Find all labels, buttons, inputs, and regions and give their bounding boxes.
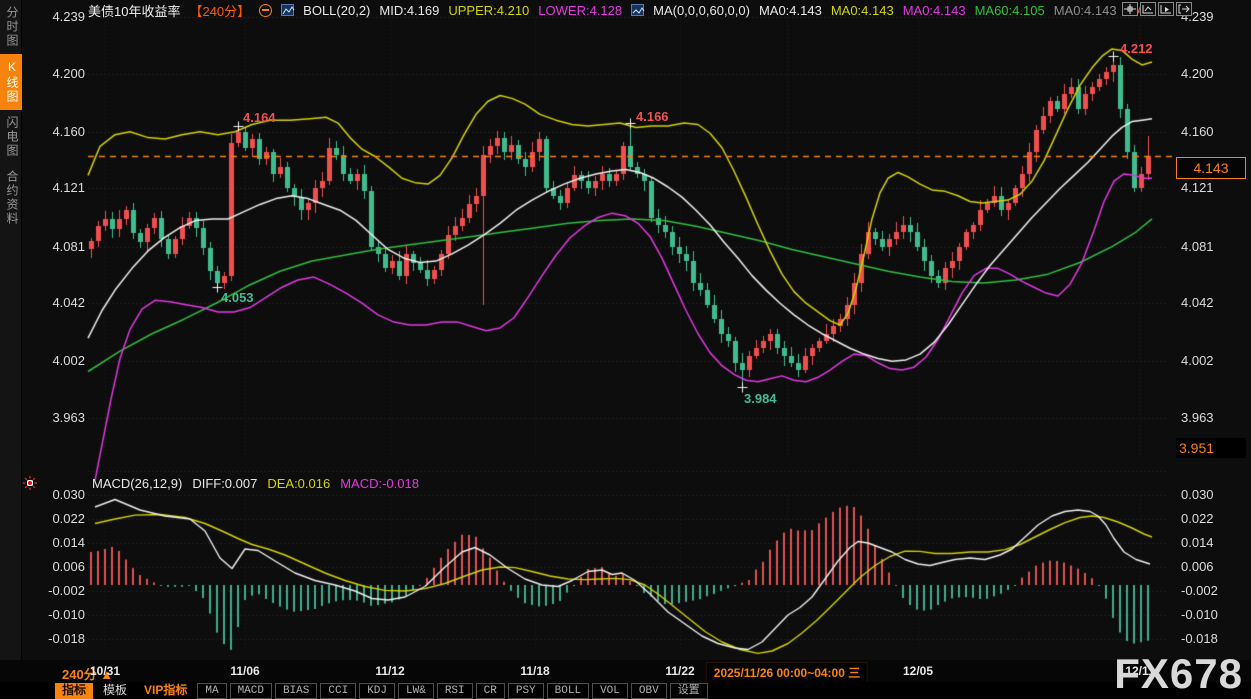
main-axis-right-4: 4.081 xyxy=(1181,239,1214,254)
toolbar-item-MACD[interactable]: MACD xyxy=(230,683,272,699)
macd-axis-right-1: 0.022 xyxy=(1181,511,1214,526)
boll-lower-value: LOWER:4.128 xyxy=(538,3,622,18)
main-axis-right-1: 4.200 xyxy=(1181,66,1214,81)
chart-toolbar-icons xyxy=(1122,2,1192,16)
main-axis-left-1: 4.200 xyxy=(33,66,85,81)
date-label-11/18: 11/18 xyxy=(520,664,549,678)
scale-right-icon[interactable] xyxy=(1158,2,1174,16)
toolbar-item-设置[interactable]: 设置 xyxy=(670,683,708,699)
main-axis-left-0: 4.239 xyxy=(33,9,85,24)
main-axis-left-6: 4.002 xyxy=(33,353,85,368)
main-axis-left-5: 4.042 xyxy=(33,295,85,310)
sidebar-item-1[interactable]: K线图 xyxy=(0,54,22,110)
scale-left-icon[interactable] xyxy=(1140,2,1156,16)
ma-values: MA0:4.143 MA0:4.143 MA0:4.143 MA60:4.105 MA0… xyxy=(759,3,1145,18)
toolbar-item-BOLL[interactable]: BOLL xyxy=(547,683,589,699)
exit-fullscreen-icon[interactable] xyxy=(1176,2,1192,16)
boll-upper-value: UPPER:4.210 xyxy=(448,3,529,18)
toolbar-item-RSI[interactable]: RSI xyxy=(437,683,473,699)
macd-axis-right-6: -0.018 xyxy=(1181,631,1218,646)
ma-value-4: MA0:4.143 xyxy=(1054,3,1117,18)
macd-header: MACD(26,12,9) DIFF:0.007 DEA:0.016 MACD:… xyxy=(92,476,419,491)
hovered-bar-datetime: 2025/11/26 00:00~04:00 三 xyxy=(706,662,868,683)
toolbar-item-PSY[interactable]: PSY xyxy=(508,683,544,699)
kline-app-window: 分时图K线图闪电图合约资料 美债10年收益率 【240分】 BOLL(20,2)… xyxy=(0,0,1251,699)
toolbar-item-VIP指标[interactable]: VIP指标 xyxy=(137,683,194,699)
boll-mid-value: MID:4.169 xyxy=(379,3,439,18)
macd-axis-left-3: 0.006 xyxy=(33,559,85,574)
macd-axis-right-4: -0.002 xyxy=(1181,583,1218,598)
macd-axis-right-5: -0.010 xyxy=(1181,607,1218,622)
extreme-label-4.053: 4.053 xyxy=(221,290,254,305)
macd-axis-left-0: 0.030 xyxy=(33,487,85,502)
toolbar-item-模板[interactable]: 模板 xyxy=(96,683,134,699)
extreme-label-3.984: 3.984 xyxy=(744,391,777,406)
main-axis-left-7: 3.963 xyxy=(33,410,85,425)
macd-dea-value: DEA:0.016 xyxy=(267,476,330,491)
macd-axis-right-3: 0.006 xyxy=(1181,559,1214,574)
instrument-title: 美债10年收益率 xyxy=(88,1,180,20)
toolbar-item-CCI[interactable]: CCI xyxy=(320,683,356,699)
crosshair-icon[interactable] xyxy=(1122,2,1138,16)
period-label[interactable]: 【240分】 xyxy=(189,1,250,20)
main-axis-left-4: 4.081 xyxy=(33,239,85,254)
date-label-10/31: 10/31 xyxy=(90,664,120,678)
fx678-watermark: FX678 xyxy=(1114,650,1243,698)
main-axis-left-2: 4.160 xyxy=(33,124,85,139)
sidebar-item-0[interactable]: 分时图 xyxy=(0,0,22,54)
ma-value-0: MA0:4.143 xyxy=(759,3,822,18)
toolbar-item-OBV[interactable]: OBV xyxy=(631,683,667,699)
date-label-11/06: 11/06 xyxy=(230,664,259,678)
macd-diff-value: DIFF:0.007 xyxy=(192,476,257,491)
current-price-tag: 4.143 xyxy=(1176,157,1246,179)
extreme-label-4.212: 4.212 xyxy=(1120,41,1153,56)
indicator-toolbar: 指标模板VIP指标MAMACDBIASCCIKDJLW&RSICRPSYBOLL… xyxy=(0,682,1251,699)
macd-axis-right-2: 0.014 xyxy=(1181,535,1214,550)
ma-value-3: MA60:4.105 xyxy=(975,3,1045,18)
ma-name: MA(0,0,0,60,0,0) xyxy=(653,3,750,18)
extreme-label-4.166: 4.166 xyxy=(636,109,669,124)
chart-canvas[interactable] xyxy=(0,0,1251,699)
main-axis-right-7: 3.963 xyxy=(1181,410,1214,425)
toolbar-item-VOL[interactable]: VOL xyxy=(592,683,628,699)
record-indicator-icon[interactable] xyxy=(23,476,37,495)
macd-axis-left-5: -0.010 xyxy=(33,607,85,622)
sidebar-item-3[interactable]: 合约资料 xyxy=(0,164,22,232)
toolbar-item-指标[interactable]: 指标 xyxy=(55,683,93,699)
date-label-12/05: 12/05 xyxy=(903,664,933,678)
main-axis-right-6: 4.002 xyxy=(1181,353,1214,368)
ma-value-2: MA0:4.143 xyxy=(903,3,966,18)
ma-value-1: MA0:4.143 xyxy=(831,3,894,18)
date-label-11/12: 11/12 xyxy=(375,664,404,678)
toolbar-item-MA[interactable]: MA xyxy=(197,683,226,699)
main-axis-right-3: 4.121 xyxy=(1181,180,1214,195)
toolbar-item-LW&[interactable]: LW& xyxy=(398,683,434,699)
toolbar-item-BIAS[interactable]: BIAS xyxy=(275,683,317,699)
time-axis: 240分 ▲ 2025/11/26 00:00~04:00 三 10/3111/… xyxy=(0,660,1251,682)
main-axis-left-3: 4.121 xyxy=(33,180,85,195)
macd-axis-right-0: 0.030 xyxy=(1181,487,1214,502)
macd-axis-left-4: -0.002 xyxy=(33,583,85,598)
main-axis-right-5: 4.042 xyxy=(1181,295,1214,310)
macd-value: MACD:-0.018 xyxy=(340,476,419,491)
collapse-indicator-icon[interactable] xyxy=(259,4,272,17)
macd-axis-left-2: 0.014 xyxy=(33,535,85,550)
main-axis-right-2: 4.160 xyxy=(1181,124,1214,139)
sidebar-item-2[interactable]: 闪电图 xyxy=(0,110,22,164)
toolbar-item-CR[interactable]: CR xyxy=(476,683,505,699)
macd-axis-left-1: 0.022 xyxy=(33,511,85,526)
session-low-tag: 3.951 xyxy=(1176,438,1246,458)
indicator-header: 美债10年收益率 【240分】 BOLL(20,2) MID:4.169 UPP… xyxy=(88,2,1145,18)
toolbar-item-KDJ[interactable]: KDJ xyxy=(359,683,395,699)
macd-name: MACD(26,12,9) xyxy=(92,476,182,491)
boll-indicator-icon[interactable] xyxy=(281,4,294,16)
chart-type-sidebar: 分时图K线图闪电图合约资料 xyxy=(0,0,22,699)
date-label-11/22: 11/22 xyxy=(665,664,694,678)
macd-axis-left-6: -0.018 xyxy=(33,631,85,646)
boll-name: BOLL(20,2) xyxy=(303,3,370,18)
extreme-label-4.164: 4.164 xyxy=(243,110,276,125)
ma-indicator-icon[interactable] xyxy=(631,4,644,16)
